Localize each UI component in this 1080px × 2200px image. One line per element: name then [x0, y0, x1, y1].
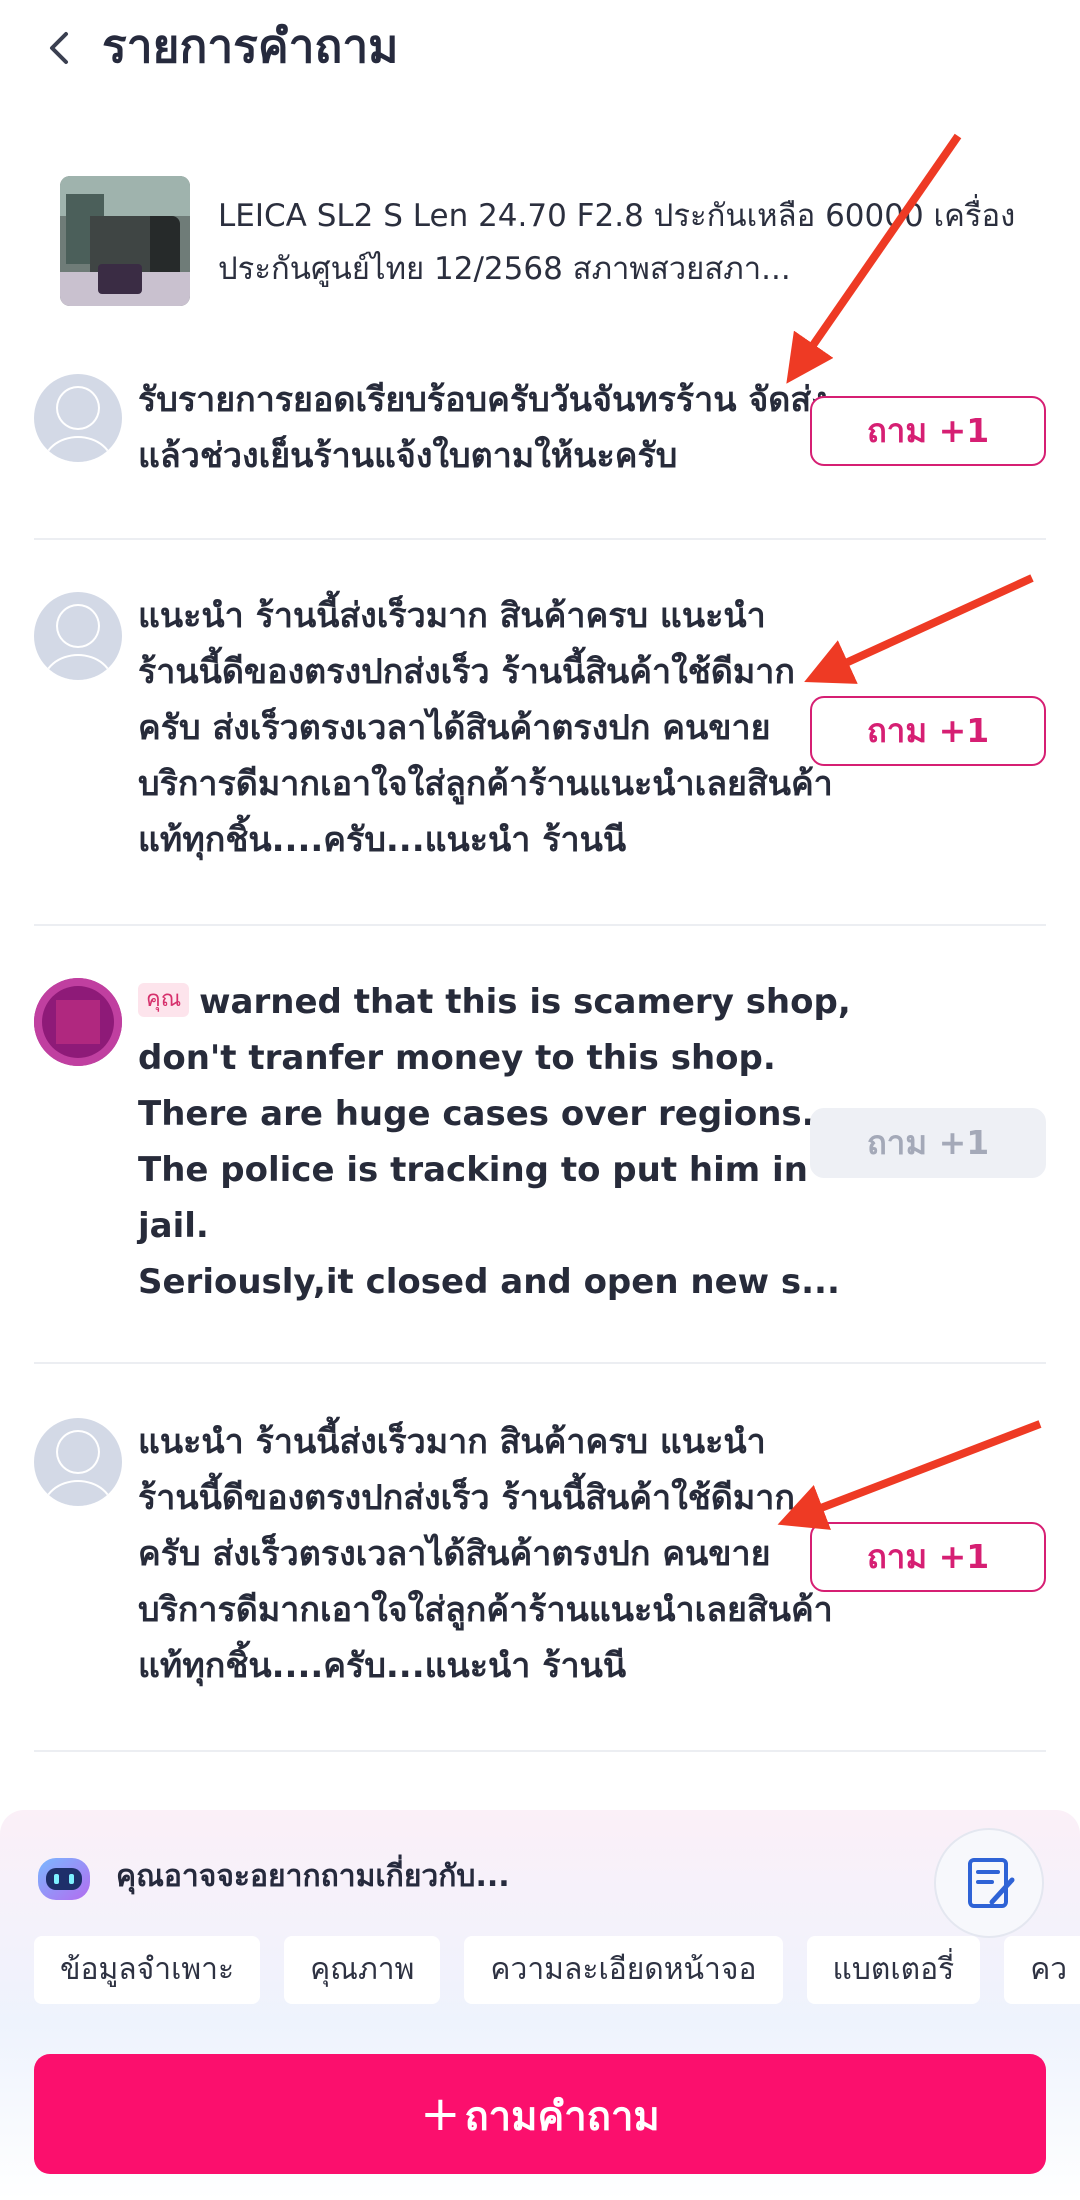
you-badge: คุณ	[138, 982, 190, 1017]
avatar	[34, 374, 122, 462]
chip-battery[interactable]: แบตเตอรี่	[806, 1936, 981, 2004]
product-thumbnail	[60, 176, 190, 306]
divider	[34, 1362, 1046, 1364]
question-body-continued: Seriously,it closed and open new s...	[138, 1262, 840, 1302]
avatar	[34, 592, 122, 680]
ask-plus-one-button[interactable]: ถาม +1	[810, 1522, 1046, 1592]
divider	[34, 538, 1046, 540]
ask-plus-one-button[interactable]: ถาม +1	[810, 696, 1046, 766]
question-text: แนะนำ ร้านนี้ส่งเร็วมาก สินค้าครบ แนะนำ …	[138, 1422, 833, 1686]
product-title: LEICA SL2 S Len 24.70 F2.8 ประกันเหลือ 6…	[218, 198, 1016, 287]
product-summary[interactable]: LEICA SL2 S Len 24.70 F2.8 ประกันเหลือ 6…	[60, 176, 1050, 306]
question-item: แนะนำ ร้านนี้ส่งเร็วมาก สินค้าครบ แนะนำ …	[34, 1414, 1046, 1714]
header: รายการคำถาม	[0, 0, 1080, 96]
page-title: รายการคำถาม	[102, 19, 399, 73]
chip-screen-resolution[interactable]: ความละเอียดหน้าจอ	[464, 1936, 783, 2004]
chip-quality[interactable]: คุณภาพ	[284, 1936, 441, 2004]
ask-question-button[interactable]: + ถามคำถาม	[34, 2054, 1046, 2174]
question-text: รับรายการยอดเรียบร้อบครับวันจันทรร้าน จั…	[138, 380, 828, 476]
chip-specs[interactable]: ข้อมูลจำเพาะ	[34, 1936, 261, 2004]
write-question-icon[interactable]	[934, 1828, 1044, 1938]
question-body: warned that this is scamery shop, don't …	[138, 982, 851, 1246]
question-item: แนะนำ ร้านนี้ส่งเร็วมาก สินค้าครบ แนะนำ …	[34, 588, 1046, 888]
back-chevron-icon[interactable]	[42, 20, 82, 76]
ask-plus-one-button-disabled[interactable]: ถาม +1	[810, 1108, 1046, 1178]
plus-icon: +	[420, 2086, 461, 2142]
bottom-panel: คุณอาจจะอยากถามเกี่ยวกับ... ข้อมูลจำเพาะ…	[0, 1810, 1080, 2200]
avatar	[34, 1418, 122, 1506]
avatar	[34, 978, 122, 1066]
question-text: แนะนำ ร้านนี้ส่งเร็วมาก สินค้าครบ แนะนำ …	[138, 596, 833, 860]
question-text: คุณ warned that this is scamery shop, don…	[138, 974, 858, 1310]
ai-bot-icon	[34, 1848, 94, 1908]
suggestion-chips: ข้อมูลจำเพาะ คุณภาพ ความละเอียดหน้าจอ แบตเต…	[34, 1936, 1080, 2006]
question-item: คุณ warned that this is scamery shop, don…	[34, 974, 1046, 1314]
ask-question-label: ถามคำถาม	[464, 2094, 660, 2140]
divider	[34, 924, 1046, 926]
divider	[34, 1750, 1046, 1752]
ask-plus-one-button[interactable]: ถาม +1	[810, 396, 1046, 466]
question-item: รับรายการยอดเรียบร้อบครับวันจันทรร้าน จั…	[34, 372, 1046, 492]
suggest-title: คุณอาจจะอยากถามเกี่ยวกับ...	[116, 1859, 510, 1894]
chip-more[interactable]: คว	[1004, 1936, 1080, 2004]
